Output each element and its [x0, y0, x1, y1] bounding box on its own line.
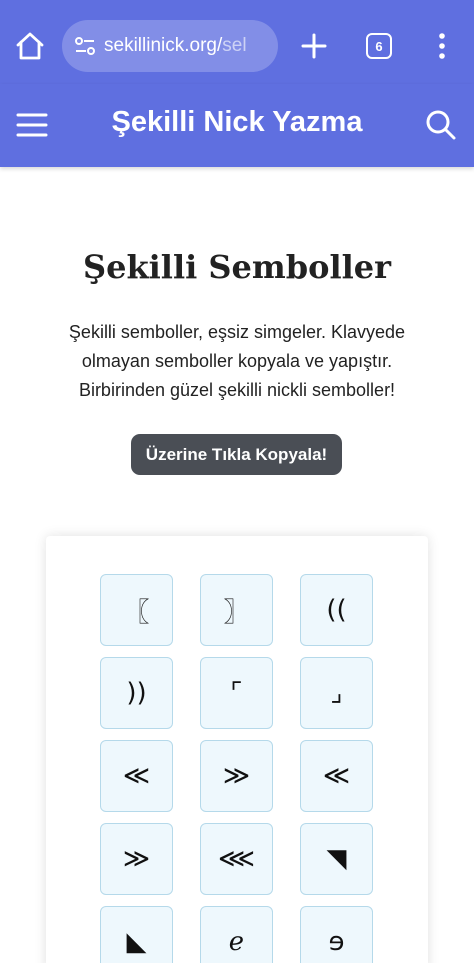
copy-hint-badge: Üzerine Tıkla Kopyala! — [131, 434, 342, 475]
symbol-tile[interactable]: ≪ — [100, 740, 173, 812]
site-title[interactable]: Şekilli Nick Yazma — [0, 106, 474, 139]
new-tab-icon[interactable] — [298, 30, 330, 62]
symbol-tile[interactable]: ≪ — [300, 740, 373, 812]
address-bar[interactable]: sekillinick.org/sel — [62, 20, 278, 72]
page-description: Şekilli semboller, eşsiz simgeler. Klavy… — [68, 322, 406, 400]
browser-toolbar: sekillinick.org/sel 6 — [0, 0, 474, 84]
symbol-tile[interactable]: ◥ — [300, 823, 373, 895]
home-icon[interactable] — [14, 30, 46, 62]
more-menu-icon[interactable] — [428, 30, 456, 62]
url-text: sekillinick.org/sel — [104, 35, 247, 57]
symbol-tile[interactable]: ɘ — [300, 906, 373, 963]
tab-count: 6 — [375, 38, 383, 54]
site-header: Şekilli Nick Yazma — [0, 84, 474, 167]
page-title: Şekilli Semboller — [83, 248, 391, 286]
tab-switcher-button[interactable]: 6 — [366, 33, 392, 59]
url-main: sekillinick.org/ — [104, 35, 223, 56]
symbol-tile[interactable]: ≫ — [200, 740, 273, 812]
search-icon[interactable] — [424, 108, 458, 142]
symbol-tile[interactable]: ℯ — [200, 906, 273, 963]
url-rest: sel — [222, 35, 247, 56]
symbol-tile[interactable]: ⌜ — [200, 657, 273, 729]
symbol-tile[interactable]: ◣ — [100, 906, 173, 963]
symbol-tile[interactable]: 〗 — [200, 574, 273, 646]
symbol-panel: 〖〗 (()) ⌜ ⌟ ≪ ≫ ≪ ≫ ⋘ ◥ ◣ ℯ ɘ — [46, 536, 428, 963]
site-settings-icon[interactable] — [74, 35, 96, 57]
symbol-tile[interactable]: ⋘ — [200, 823, 273, 895]
symbol-tile[interactable]: (( — [300, 574, 373, 646]
symbol-tile[interactable]: 〖 — [100, 574, 173, 646]
symbol-grid: 〖〗 (()) ⌜ ⌟ ≪ ≫ ≪ ≫ ⋘ ◥ ◣ ℯ ɘ — [46, 536, 428, 963]
symbol-tile[interactable]: )) — [100, 657, 173, 729]
symbol-tile[interactable]: ≫ — [100, 823, 173, 895]
symbol-tile[interactable]: ⌟ — [300, 657, 373, 729]
